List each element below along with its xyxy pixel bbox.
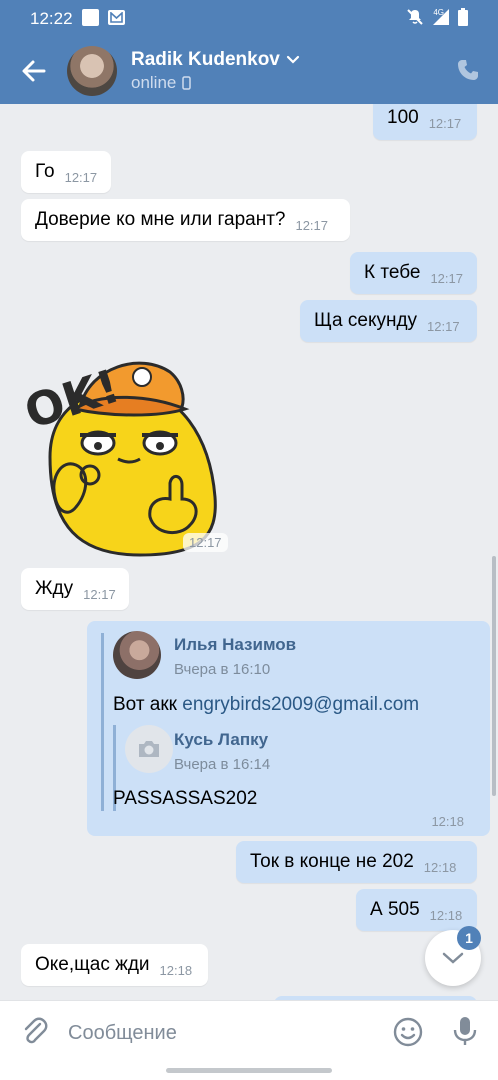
message-input[interactable] [68, 1019, 368, 1047]
message-time: 12:18 [159, 962, 193, 978]
message-text: Оке,щас жди [35, 954, 150, 975]
ok-sticker[interactable]: OK! [20, 347, 226, 557]
nested-text: PASSASSAS202 [113, 788, 258, 809]
chevron-down-icon [442, 952, 464, 964]
message-text: Доверие ко мне или гарант? [35, 209, 286, 230]
message-time: 12:17 [427, 318, 460, 334]
email-link[interactable]: engrybirds2009@gmail.com [182, 694, 419, 715]
unread-badge: 1 [457, 926, 481, 950]
message-text: Ща секунду [314, 310, 418, 331]
message-time: 12:17 [428, 115, 462, 131]
message-time: 12:18 [429, 907, 463, 923]
message-bubble[interactable]: 100 12:17 [373, 104, 477, 140]
message-text: Ток в конце не 202 [250, 851, 414, 872]
message-bubble[interactable]: Доверие ко мне или гарант? 12:17 [21, 199, 350, 241]
message-time: 12:17 [64, 169, 98, 185]
forward-author-name[interactable]: Илья Назимов [174, 635, 296, 655]
message-text: 100 [387, 107, 419, 128]
sticker-time: 12:17 [183, 533, 228, 552]
message-bubble[interactable]: Ток в конце не 202 12:18 [236, 841, 477, 883]
message-time: 12:17 [430, 270, 463, 286]
message-time: 12:18 [423, 859, 457, 875]
nested-author-avatar[interactable] [125, 725, 173, 773]
message-bubble[interactable]: Го 12:17 [21, 151, 111, 193]
message-text: К тебе [364, 262, 421, 283]
forwarded-message[interactable]: Илья Назимов Вчера в 16:10 Вот акк engry… [87, 621, 490, 836]
forward-text-prefix: Вот акк [113, 694, 183, 715]
home-indicator [166, 1068, 332, 1073]
nested-date: Вчера в 16:14 [174, 756, 271, 773]
contact-name-label: Radik Kudenkov [131, 49, 280, 70]
status-time: 12:22 [30, 9, 73, 28]
nested-author-name[interactable]: Кусь Лапку [174, 730, 268, 750]
gmail-icon [108, 10, 125, 25]
forward-text: Вот акк engrybirds2009@gmail.com [113, 694, 419, 716]
message-bubble[interactable]: А 505 12:18 [356, 889, 477, 931]
forward-author-avatar[interactable] [113, 631, 161, 679]
forward-time: 12:18 [431, 814, 464, 829]
message-bubble[interactable]: Оке,щас жди 12:18 [21, 944, 208, 986]
camera-icon [139, 741, 159, 757]
chat-header: Radik Kudenkov online [0, 36, 498, 104]
emoji-icon[interactable] [392, 1016, 424, 1048]
back-arrow-icon[interactable] [20, 57, 48, 85]
chat-area[interactable]: 100 12:17 Го 12:17 Доверие ко мне или га… [0, 104, 498, 1000]
microphone-icon[interactable] [452, 1015, 478, 1047]
mobile-device-icon [182, 76, 192, 90]
forward-bar [101, 633, 104, 811]
chevron-down-icon [286, 55, 299, 64]
message-time: 12:17 [83, 586, 116, 602]
message-text: А 505 [370, 899, 420, 920]
contact-name[interactable]: Radik Kudenkov [131, 49, 300, 71]
contact-status: online [131, 73, 192, 93]
phone-icon[interactable] [456, 58, 480, 82]
forward-date: Вчера в 16:10 [174, 661, 271, 678]
contact-avatar[interactable] [67, 46, 117, 96]
message-bubble[interactable]: К тебе 12:17 [350, 252, 477, 294]
attachment-icon[interactable] [20, 1016, 50, 1046]
message-text: Жду [35, 578, 74, 599]
signal-icon [433, 9, 449, 25]
message-bubble[interactable]: Жду 12:17 [21, 568, 129, 610]
notification-square-icon [82, 9, 99, 26]
status-bar: 12:22 4G [0, 0, 498, 36]
mute-icon [407, 9, 423, 25]
scrollbar[interactable] [492, 556, 496, 796]
message-bubble[interactable]: Ща секунду 12:17 [300, 300, 477, 342]
status-label: online [131, 73, 177, 92]
message-time: 12:17 [295, 217, 329, 233]
message-input-bar [0, 1000, 498, 1080]
message-text: Го [35, 161, 55, 182]
battery-icon [458, 8, 468, 26]
